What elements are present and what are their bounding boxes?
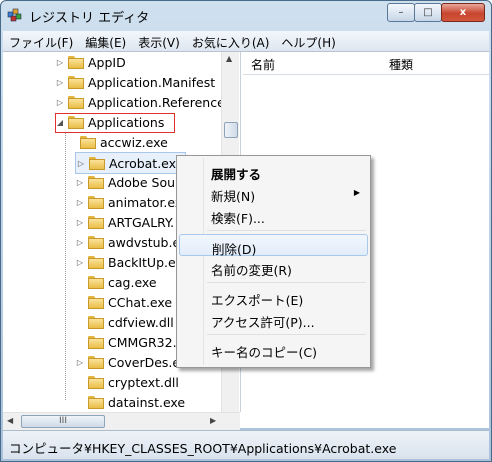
folder-icon [88, 275, 104, 289]
tree-item[interactable]: ▷ Adobe Soun [75, 172, 183, 192]
context-menu: 展開する 新規(N) ▶ 検索(F)... 削除(D) 名前の変更(R) エクスポ… [176, 155, 371, 368]
folder-icon [88, 195, 104, 209]
close-button[interactable]: x [441, 3, 485, 22]
expand-arrow-icon[interactable]: ▷ [75, 238, 85, 247]
tree-item[interactable]: ▷ awdvstub.e [75, 232, 180, 252]
folder-icon [68, 95, 84, 109]
menu-edit[interactable]: 編集(E) [79, 31, 132, 51]
column-header: 名前 種類 [243, 52, 489, 75]
scroll-left-icon[interactable]: ◀ [7, 416, 13, 425]
folder-icon [88, 315, 104, 329]
folder-icon [68, 115, 84, 129]
folder-icon [68, 55, 84, 69]
folder-icon [88, 335, 104, 349]
window-title: レジストリ エディタ [29, 11, 150, 26]
column-type[interactable]: 種類 [389, 56, 413, 73]
tree-item[interactable]: cag.exe [75, 272, 157, 292]
tree-item[interactable]: ▷ BackItUp.e [75, 252, 176, 272]
status-bar: コンピュータ¥HKEY_CLASSES_ROOT¥Applications¥Ac… [3, 430, 489, 459]
menu-help[interactable]: ヘルプ(H) [275, 31, 341, 51]
status-path: コンピュータ¥HKEY_CLASSES_ROOT¥Applications¥Ac… [9, 441, 397, 456]
title-bar: レジストリ エディタ – □ x [1, 1, 491, 29]
expand-arrow-icon[interactable]: ▷ [76, 159, 86, 168]
tree-item[interactable]: ▷ Application.Manifest [55, 72, 215, 92]
folder-icon [88, 375, 104, 389]
expand-arrow-icon[interactable]: ▷ [55, 58, 65, 67]
tree-item[interactable]: cryptext.dll [75, 372, 179, 392]
folder-icon [88, 395, 104, 409]
minimize-button[interactable]: – [387, 3, 415, 22]
tree-item[interactable]: ▷ animator.ex [75, 192, 182, 212]
folder-icon [80, 135, 96, 149]
expand-arrow-icon[interactable]: ▷ [75, 198, 85, 207]
folder-icon [89, 156, 105, 170]
submenu-arrow-icon: ▶ [353, 188, 360, 197]
folder-icon [88, 215, 104, 229]
folder-icon [68, 75, 84, 89]
tree-item[interactable]: CChat.exe [75, 292, 172, 312]
folder-icon [88, 175, 104, 189]
menu-bar: ファイル(F) 編集(E) 表示(V) お気に入り(A) ヘルプ(H) [3, 31, 489, 52]
tree-item[interactable]: cdfview.dll [75, 312, 174, 332]
column-name[interactable]: 名前 [251, 56, 275, 73]
minimize-icon: – [398, 7, 404, 18]
tree-item[interactable]: CMMGR32.E [75, 332, 184, 352]
menu-item-permissions[interactable]: アクセス許可(P)... [179, 308, 368, 330]
menu-view[interactable]: 表示(V) [132, 31, 186, 51]
registry-editor-icon [7, 8, 22, 22]
menu-item-rename[interactable]: 名前の変更(R) [179, 256, 368, 278]
horizontal-scroll-thumb[interactable]: III [21, 415, 105, 428]
collapse-arrow-icon[interactable]: ◢ [55, 118, 65, 127]
folder-icon [88, 355, 104, 369]
expand-arrow-icon[interactable]: ▷ [55, 98, 65, 107]
tree-item-acrobat[interactable]: ▷ Acrobat.exe [75, 152, 187, 174]
menu-item-new[interactable]: 新規(N) ▶ [179, 182, 368, 204]
folder-icon [88, 235, 104, 249]
menu-item-delete[interactable]: 削除(D) [179, 234, 368, 257]
tree-item-applications[interactable]: ◢ Applications [55, 112, 164, 132]
menu-favorites[interactable]: お気に入り(A) [186, 31, 276, 51]
folder-icon [88, 255, 104, 269]
tree-item[interactable]: ▷ AppID [55, 52, 126, 72]
scroll-up-icon[interactable]: ▲ [226, 54, 232, 63]
expand-arrow-icon[interactable]: ▷ [55, 78, 65, 87]
scroll-right-icon[interactable]: ▶ [210, 416, 216, 425]
close-icon: x [459, 7, 467, 18]
menu-item-find[interactable]: 検索(F)... [179, 204, 368, 226]
tree-item[interactable]: ▷ Application.Reference [55, 92, 225, 112]
folder-icon [88, 295, 104, 309]
tree-item[interactable]: accwiz.exe [67, 132, 168, 152]
expand-arrow-icon[interactable]: ▷ [75, 218, 85, 227]
expand-arrow-icon[interactable]: ▷ [75, 258, 85, 267]
tree-item[interactable]: ▷ ARTGALRY. [75, 212, 174, 232]
vertical-scroll-thumb[interactable] [224, 122, 238, 138]
maximize-button[interactable]: □ [414, 3, 442, 22]
menu-item-expand[interactable]: 展開する [179, 160, 368, 182]
maximize-icon: □ [423, 7, 433, 18]
menu-item-export[interactable]: エクスポート(E) [179, 286, 368, 308]
tree-horizontal-scrollbar[interactable]: ◀ III ▶ [3, 412, 240, 430]
menu-file[interactable]: ファイル(F) [3, 31, 79, 51]
menu-item-copy-key-name[interactable]: キー名のコピー(C) [179, 338, 368, 360]
expand-arrow-icon[interactable]: ▷ [75, 358, 85, 367]
expand-arrow-icon[interactable]: ▷ [75, 178, 85, 187]
tree-item[interactable]: datainst.exe [75, 392, 185, 412]
